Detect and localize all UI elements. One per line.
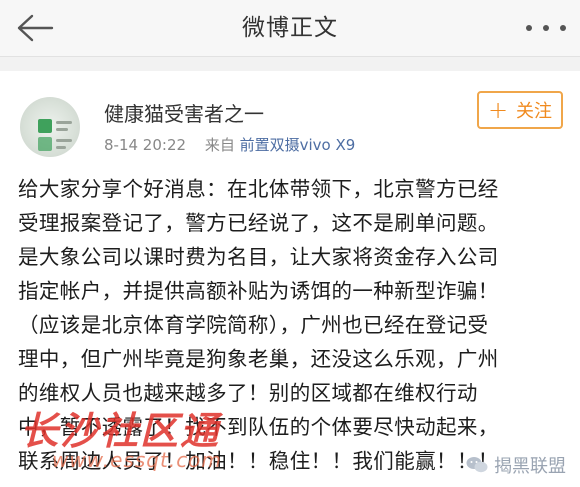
url-watermark: www.essqt.com — [52, 448, 222, 472]
section-divider — [0, 57, 580, 71]
author-name[interactable]: 健康猫受害者之一 — [104, 101, 264, 127]
site-watermark: 长沙社区通 — [20, 408, 221, 453]
post-device[interactable]: 前置双摄vivo X9 — [240, 136, 356, 154]
follow-button[interactable]: + 关注 — [477, 91, 563, 129]
wechat-icon — [466, 457, 488, 473]
top-bar: 微博正文 — [0, 0, 580, 57]
page-title: 微博正文 — [242, 15, 338, 41]
source-prefix: 来自 — [204, 136, 235, 154]
account-watermark: 揭黑联盟 — [466, 452, 566, 478]
post-text-line: 给大家分享个好消息：在北体带领下，北京警方已经 — [18, 177, 499, 201]
follow-label: 关注 — [516, 101, 553, 122]
post-text-line: 是大象公司以课时费为名目，让大家将资金存入公司 — [18, 245, 499, 269]
post-text-line: （应该是北京体育学院简称），广州也已经在登记受 — [18, 313, 489, 337]
account-watermark-label: 揭黑联盟 — [494, 456, 566, 477]
post-text-line: 受理报案登记了，警方已经说了，这不是刷单问题。 — [18, 211, 499, 235]
more-options-icon[interactable] — [526, 14, 566, 42]
post-text-line: 理中，但广州毕竟是狗象老巢，还没这么乐观，广州 — [18, 347, 499, 371]
post-time: 8-14 20:22 — [104, 136, 187, 154]
post-meta: 8-14 20:22 来自 前置双摄vivo X9 — [104, 135, 355, 155]
plus-icon: + — [487, 96, 509, 124]
post-text-line: 指定帐户，并提供高额补贴为诱饵的一种新型诈骗！ — [18, 279, 499, 303]
avatar[interactable] — [20, 97, 80, 157]
